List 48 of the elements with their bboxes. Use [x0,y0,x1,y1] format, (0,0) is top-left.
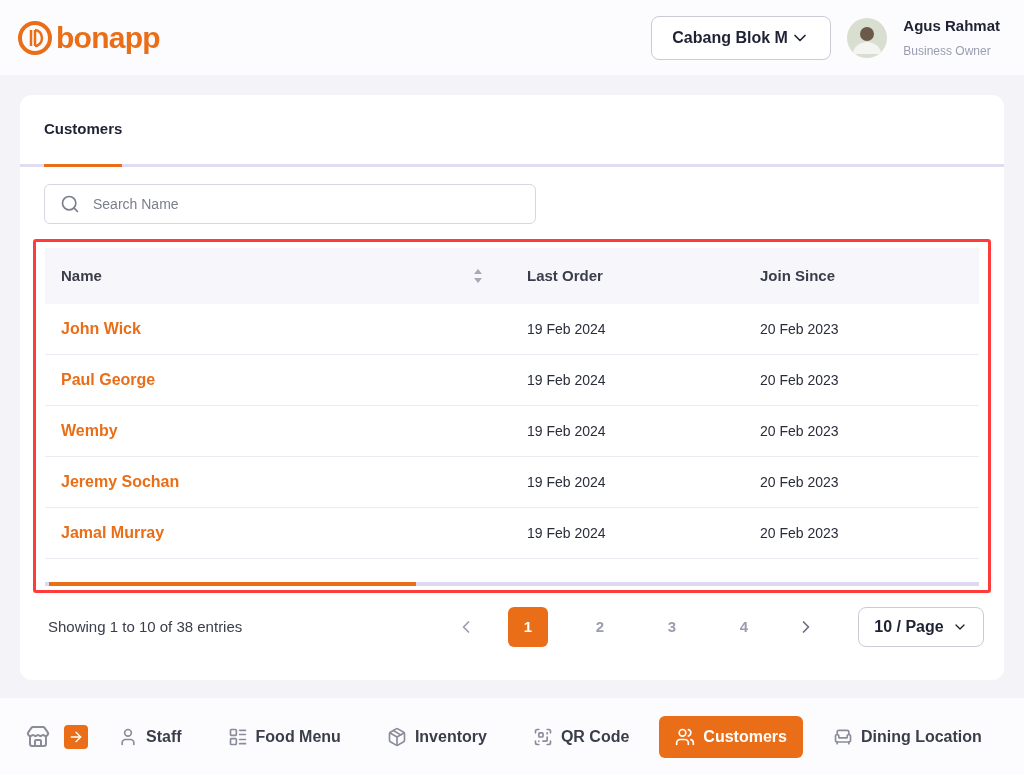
section-tab[interactable]: Customers [44,95,123,167]
table-cell-text: 19 Feb 2024 [526,523,607,543]
table-cell-text: 19 Feb 2024 [526,319,607,339]
column-header: Name [61,265,102,286]
customer-name-link[interactable]: Jeremy Sochan [45,470,511,494]
logo-icon [18,20,52,55]
brand-name: bonapp [56,22,160,53]
horizontal-scrollbar[interactable] [45,582,979,586]
column-header: Join Since [760,265,836,286]
page-button[interactable]: 4 [724,607,764,647]
menu-icon [227,726,248,747]
inventory-icon [386,726,407,747]
expand-button[interactable] [64,724,88,749]
sort-icon[interactable] [473,268,483,284]
column-header: Last Order [527,265,603,286]
table-cell-text: 20 Feb 2023 [759,421,840,441]
customer-name-link[interactable]: Jamal Murray [45,521,511,545]
store-icon[interactable] [26,724,50,749]
customer-name-link[interactable]: Wemby [45,419,511,443]
qr-icon [532,726,553,747]
page-button[interactable]: 2 [580,607,620,647]
table-cell-text: 19 Feb 2024 [526,370,607,390]
nav-tab[interactable]: Dining Location [816,715,998,758]
customers-icon [675,726,696,747]
search-field[interactable]: Search Name [44,184,536,224]
branch-dropdown[interactable]: Cabang Blok M [651,15,832,60]
table-cell-text: 20 Feb 2023 [759,370,840,390]
user-name: Agus Rahmat [903,16,1000,37]
table-cell-text: 20 Feb 2023 [759,472,840,492]
table-cell-text: 19 Feb 2024 [526,472,607,492]
avatar [847,17,888,58]
nav-tab[interactable]: Inventory [370,715,503,758]
table-cell-text: 20 Feb 2023 [759,319,840,339]
nav-tab[interactable]: Food Menu [211,715,357,758]
nav-tab[interactable]: QR Code [516,715,646,758]
table-cell-text: 19 Feb 2024 [526,421,607,441]
page-button[interactable]: 1 [508,607,548,647]
table-cell-text: 20 Feb 2023 [759,523,840,543]
nav-tab[interactable]: Staff [102,715,198,758]
search-icon [60,194,80,214]
page-size-dropdown[interactable]: 10 / Page [858,607,984,647]
customer-name-link[interactable]: John Wick [45,317,511,341]
staff-icon [118,726,138,747]
nav-tab[interactable]: Customers [659,715,803,758]
customer-name-link[interactable]: Paul George [45,368,511,392]
page-button[interactable]: 3 [652,607,692,647]
entries-summary: Showing 1 to 10 of 38 entries [48,616,243,637]
user-role: Business Owner [903,42,992,60]
